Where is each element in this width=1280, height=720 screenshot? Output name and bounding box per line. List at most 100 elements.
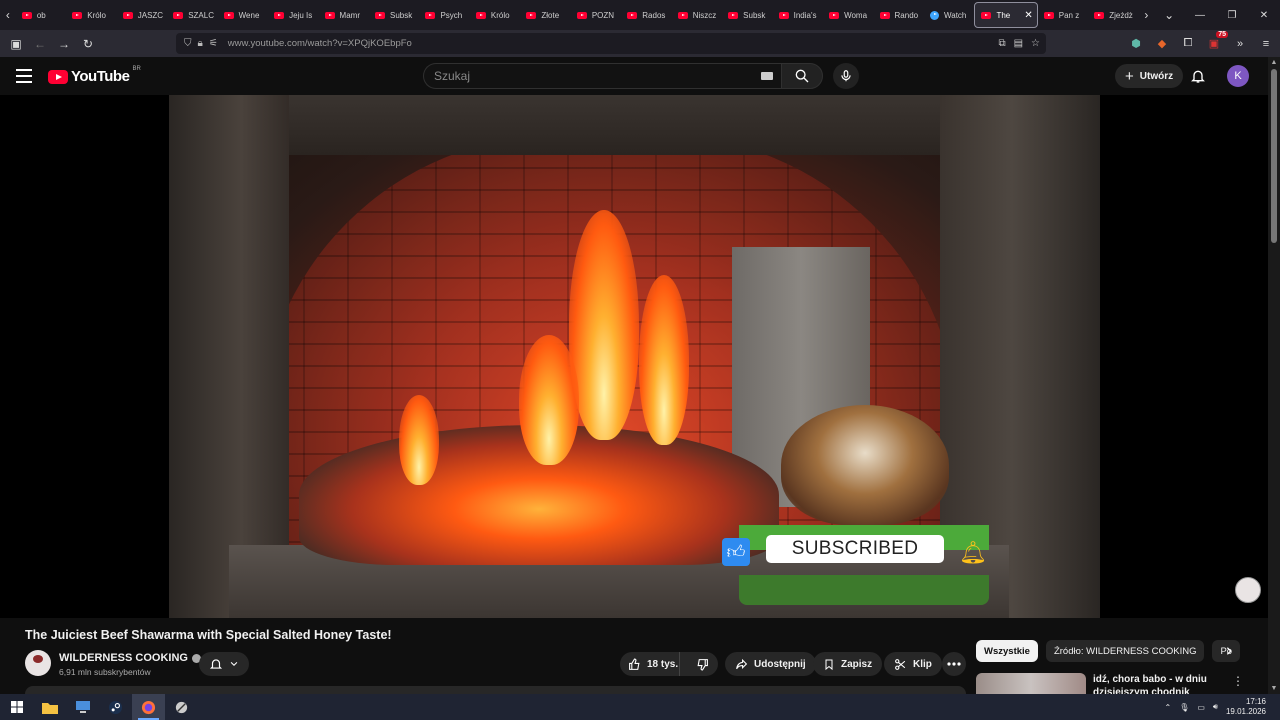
- extensions-icon[interactable]: ⧠: [1180, 37, 1196, 50]
- tab-label: India's: [793, 10, 817, 20]
- keyboard-icon[interactable]: [761, 72, 773, 80]
- more-actions-button[interactable]: [942, 652, 966, 676]
- shield-icon[interactable]: ⛉: [184, 38, 192, 49]
- clip-button[interactable]: Klip: [884, 652, 942, 676]
- permissions-icon[interactable]: ⚟: [209, 38, 218, 49]
- scroll-up-icon[interactable]: ▲: [1270, 59, 1278, 66]
- video-player[interactable]: 👍︎ SUBSCRIBED 🔔︎: [0, 95, 1268, 618]
- browser-tab[interactable]: Woma: [823, 2, 873, 28]
- tab-list: ob Królo JASZC SZALC Wene Jeju Is Mamr Subsk Psy…: [16, 0, 1139, 30]
- guide-menu-icon[interactable]: [16, 69, 32, 83]
- lock-icon[interactable]: 🔒︎: [198, 38, 203, 49]
- recommendation-title[interactable]: idź, chora babo - w dniu dzisiejszym cho…: [1093, 673, 1228, 694]
- search-button[interactable]: [781, 63, 823, 89]
- restore-icon[interactable]: ❐: [1216, 0, 1248, 30]
- video-frame[interactable]: 👍︎ SUBSCRIBED 🔔︎: [169, 95, 1100, 618]
- tab-label: Rando: [894, 10, 919, 20]
- sidebar-toggle-icon[interactable]: ▣: [4, 32, 28, 56]
- browser-tab-active[interactable]: The ✕: [974, 2, 1038, 28]
- search-input[interactable]: [423, 63, 781, 89]
- channel-watermark[interactable]: [1235, 577, 1261, 603]
- microphone-tray-icon[interactable]: 🎙︎: [1179, 703, 1189, 712]
- browser-tab-strip: ‹ ob Królo JASZC SZALC Wene Jeju Is Mamr Subsk P…: [0, 0, 1280, 30]
- computer-icon[interactable]: [66, 694, 99, 720]
- steam-icon[interactable]: [99, 694, 132, 720]
- reload-icon[interactable]: ↻: [76, 32, 100, 56]
- scroll-down-icon[interactable]: ▼: [1270, 685, 1278, 692]
- browser-tab[interactable]: Wene: [218, 2, 268, 28]
- account-avatar[interactable]: K: [1227, 65, 1249, 87]
- back-icon[interactable]: ←: [28, 32, 52, 56]
- browser-tab[interactable]: Złote: [520, 2, 570, 28]
- network-icon[interactable]: ▭: [1197, 703, 1205, 712]
- forward-icon[interactable]: →: [52, 32, 76, 56]
- minimize-icon[interactable]: —: [1184, 0, 1216, 30]
- subscription-notifications-button[interactable]: [199, 652, 249, 676]
- volume-icon[interactable]: 🔊︎: [1213, 702, 1218, 712]
- save-label: Zapisz: [841, 658, 873, 670]
- browser-tab[interactable]: Mamr: [319, 2, 369, 28]
- picture-in-picture-icon[interactable]: ⧉: [998, 38, 1005, 49]
- more-horizontal-icon: [947, 662, 961, 666]
- file-explorer-icon[interactable]: [33, 694, 66, 720]
- reader-view-icon[interactable]: ▤: [1014, 38, 1023, 49]
- browser-tab[interactable]: Pan z: [1038, 2, 1088, 28]
- browser-tab[interactable]: Niszcz: [672, 2, 722, 28]
- browser-tab[interactable]: India's: [773, 2, 823, 28]
- page-scrollbar[interactable]: ▲ ▼: [1268, 57, 1280, 694]
- address-bar[interactable]: ⛉ 🔒︎ ⚟ www.youtube.com/watch?v=XPQjKOEbp…: [176, 33, 1046, 54]
- browser-tab[interactable]: Watch: [924, 2, 974, 28]
- flame: [399, 395, 439, 485]
- save-button[interactable]: Zapisz: [813, 652, 883, 676]
- vpn-shield-icon[interactable]: ⬢: [1128, 37, 1144, 50]
- notifications-button[interactable]: [1190, 67, 1206, 90]
- tab-scroll-right-icon[interactable]: ›: [1139, 0, 1155, 30]
- youtube-favicon-icon: [879, 11, 890, 19]
- browser-tab[interactable]: ob: [16, 2, 66, 28]
- browser-tab[interactable]: Subsk: [722, 2, 772, 28]
- url-text[interactable]: www.youtube.com/watch?v=XPQjKOEbpFo: [228, 38, 412, 49]
- overflow-chevrons-icon[interactable]: »: [1232, 38, 1248, 50]
- menu-icon[interactable]: ≡: [1258, 38, 1274, 50]
- channel-name[interactable]: WILDERNESS COOKING: [59, 652, 188, 664]
- windows-start-icon[interactable]: [0, 694, 33, 720]
- firefox-icon[interactable]: [132, 694, 165, 720]
- bookmark-star-icon[interactable]: ☆: [1031, 38, 1040, 49]
- browser-tab[interactable]: Zjeżdż: [1088, 2, 1138, 28]
- browser-tab[interactable]: Rados: [621, 2, 671, 28]
- share-button[interactable]: Udostępnij: [725, 652, 816, 676]
- extension-badge-icon[interactable]: ▣ 75: [1206, 31, 1228, 50]
- channel-name-row[interactable]: WILDERNESS COOKING: [59, 652, 201, 664]
- filter-chip[interactable]: Źródło: WILDERNESS COOKING: [1045, 640, 1205, 662]
- youtube-logo[interactable]: YouTube BR: [48, 66, 141, 85]
- recommendation-menu-icon[interactable]: ⋮: [1232, 674, 1244, 688]
- browser-tab[interactable]: Jeju Is: [268, 2, 318, 28]
- scrollbar-thumb[interactable]: [1271, 69, 1277, 243]
- browser-tab[interactable]: POZN: [571, 2, 621, 28]
- extension-fox-icon[interactable]: ◆: [1154, 37, 1170, 50]
- browser-tab[interactable]: JASZC: [117, 2, 167, 28]
- chips-next-button[interactable]: [1219, 640, 1239, 662]
- recommendation-thumbnail[interactable]: [976, 673, 1086, 694]
- browser-tab[interactable]: Psych: [419, 2, 469, 28]
- flame: [639, 275, 689, 445]
- create-button[interactable]: + Utwórz: [1115, 64, 1184, 88]
- like-button[interactable]: 18 tys.: [620, 652, 681, 676]
- browser-tab[interactable]: Subsk: [369, 2, 419, 28]
- channel-avatar[interactable]: [25, 650, 51, 676]
- app-icon[interactable]: [165, 694, 198, 720]
- filter-chip[interactable]: Wszystkie: [976, 640, 1038, 662]
- browser-tab[interactable]: SZALC: [167, 2, 217, 28]
- tab-scroll-left-icon[interactable]: ‹: [0, 0, 16, 30]
- clock[interactable]: 17:16 19.01.2026: [1226, 697, 1266, 717]
- browser-tab[interactable]: Rando: [874, 2, 924, 28]
- close-tab-icon[interactable]: ✕: [1024, 10, 1032, 21]
- tab-list-dropdown-icon[interactable]: ⌄: [1154, 0, 1184, 30]
- close-window-icon[interactable]: ✕: [1248, 0, 1280, 30]
- browser-tab[interactable]: Królo: [470, 2, 520, 28]
- dislike-button[interactable]: [686, 658, 718, 671]
- voice-search-button[interactable]: [833, 63, 859, 89]
- browser-tab[interactable]: Królo: [66, 2, 116, 28]
- youtube-favicon-icon: [21, 11, 32, 19]
- tray-chevron-up-icon[interactable]: ⌃: [1164, 703, 1171, 712]
